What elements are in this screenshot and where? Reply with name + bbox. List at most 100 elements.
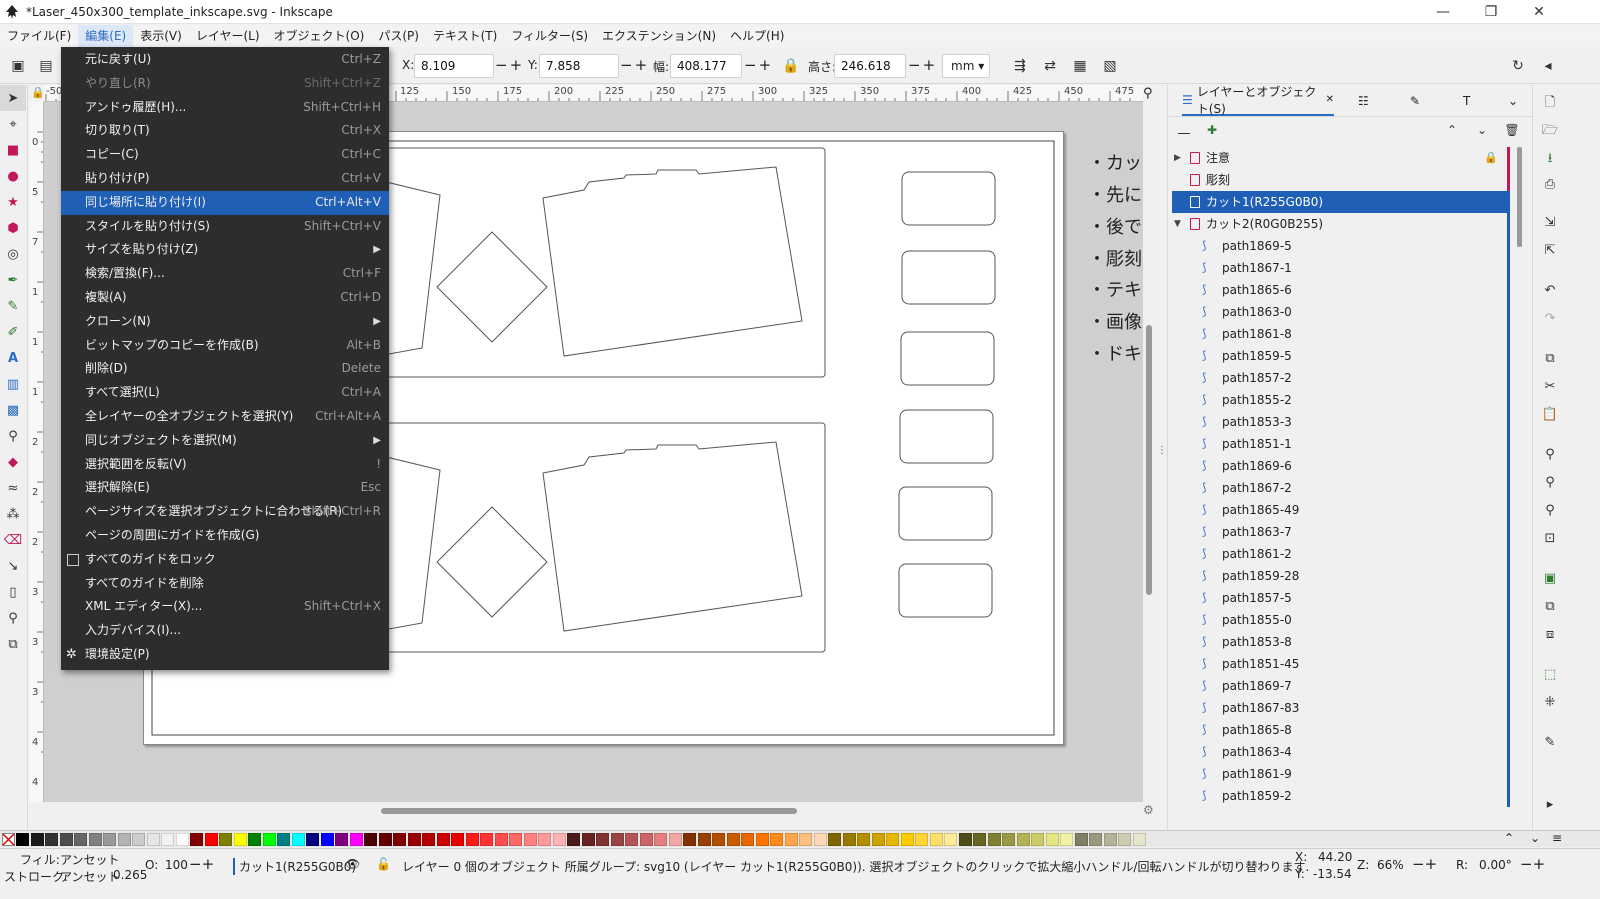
paint-bucket-tool-icon[interactable]: ◆ [0, 449, 26, 475]
color-swatch[interactable] [248, 833, 261, 846]
object-row[interactable]: ⟆ path1859-5 [1172, 345, 1510, 367]
export-icon[interactable]: ⇱ [1538, 243, 1562, 263]
color-swatch[interactable] [146, 833, 160, 846]
opacity-stepper[interactable]: −+ [189, 855, 214, 873]
color-swatch[interactable] [306, 833, 319, 846]
color-swatch[interactable] [712, 833, 725, 846]
panel-handle-icon[interactable]: ⋮ [1157, 445, 1167, 456]
color-swatch[interactable] [291, 833, 305, 846]
color-swatch[interactable] [1103, 833, 1117, 846]
menu-help[interactable]: ヘルプ(H) [723, 25, 791, 47]
menu-item-preferences[interactable]: ✲ 環境設定(P) [61, 643, 389, 667]
delete-layer-icon[interactable]: 🗑 [1502, 123, 1522, 143]
menu-item-select-all-layers[interactable]: 全レイヤーの全オブジェクトを選択(Y) Ctrl+Alt+A [61, 405, 389, 429]
color-swatch[interactable] [132, 833, 145, 846]
color-swatch[interactable] [523, 833, 537, 846]
color-swatch[interactable] [393, 833, 406, 846]
y-stepper[interactable]: −+ [620, 54, 649, 78]
dropper-tool-icon[interactable]: ⚲ [0, 423, 26, 449]
restore-button[interactable]: ❐ [1468, 0, 1514, 24]
height-stepper[interactable]: −+ [908, 54, 937, 78]
color-swatch[interactable] [886, 833, 899, 846]
lock-ratio-icon[interactable]: 🔒 [779, 54, 803, 78]
color-swatch[interactable] [857, 833, 870, 846]
expand-arrow-icon[interactable]: ▶ [1174, 147, 1181, 169]
menu-text[interactable]: テキスト(T) [426, 25, 504, 47]
collapse-layers-icon[interactable]: ⎼ [1174, 123, 1194, 143]
menu-item-undo[interactable]: 元に戻す(U) Ctrl+Z [61, 48, 389, 72]
ungroup-icon[interactable]: ⁜ [1538, 695, 1562, 715]
cut-icon[interactable]: ✂ [1538, 379, 1562, 399]
zoom-corner-icon[interactable]: ⚲ [1143, 86, 1153, 101]
select-all-layers-icon[interactable]: ▤ [34, 54, 58, 78]
color-swatch[interactable] [204, 833, 218, 846]
menu-item-invert-selection[interactable]: 選択範囲を反転(V)! [61, 453, 389, 477]
connector-tool-icon[interactable]: ↘ [0, 553, 26, 579]
color-swatch[interactable] [320, 833, 334, 846]
zoom-page-icon[interactable]: ⚲ [1538, 503, 1562, 523]
menu-extensions[interactable]: エクステンション(N) [595, 25, 723, 47]
color-swatch[interactable] [726, 833, 740, 846]
color-swatch[interactable] [190, 833, 203, 846]
object-row[interactable]: ⟆ path1859-28 [1172, 565, 1510, 587]
color-swatch[interactable] [1132, 833, 1146, 846]
color-swatch[interactable] [45, 833, 58, 846]
menu-object[interactable]: オブジェクト(O) [267, 25, 372, 47]
checkbox[interactable] [67, 553, 79, 566]
lock-icon[interactable]: 🔒 [1484, 147, 1498, 169]
snap-toggle-icon[interactable]: ↻ [1506, 54, 1530, 78]
object-row[interactable]: ⟆ path1857-5 [1172, 587, 1510, 609]
tweak-tool-icon[interactable]: ≈ [0, 475, 26, 501]
color-swatch[interactable] [915, 833, 928, 846]
color-swatch[interactable] [277, 833, 290, 846]
tab-align-icon[interactable]: ☷ [1358, 85, 1369, 116]
no-paint-swatch-icon[interactable] [2, 833, 15, 846]
x-field[interactable]: 8.109 [414, 54, 494, 78]
object-row[interactable]: ⟆ path1857-2 [1172, 367, 1510, 389]
menu-layer[interactable]: レイヤー(L) [189, 25, 267, 47]
menu-item-xml-editor[interactable]: XML エディター(X)... Shift+Ctrl+X [61, 595, 389, 619]
more-commands-icon[interactable]: ▸ [1538, 797, 1562, 817]
spray-tool-icon[interactable]: ⁂ [0, 501, 26, 527]
color-swatch[interactable] [755, 833, 769, 846]
open-document-icon[interactable]: 🗁 [1538, 121, 1562, 141]
menu-item-duplicate[interactable]: 複製(A) Ctrl+D [61, 286, 389, 310]
fill-stroke-icon[interactable]: ✎ [1538, 735, 1562, 755]
color-swatch[interactable] [219, 833, 232, 846]
color-swatch[interactable] [378, 833, 392, 846]
object-row[interactable]: ⟆ path1861-2 [1172, 543, 1510, 565]
rotate-value[interactable]: 0.00° [1479, 858, 1512, 872]
lock-guides-icon[interactable]: 🔒 [31, 86, 45, 99]
width-field[interactable]: 408.177 [670, 54, 742, 78]
scale-stroke-icon[interactable]: ⇶ [1008, 54, 1032, 78]
mesh-tool-icon[interactable]: ▩ [0, 397, 26, 423]
menu-item-select-all[interactable]: すべて選択(L) Ctrl+A [61, 381, 389, 405]
duplicate-icon[interactable]: ▣ [1538, 571, 1562, 591]
color-swatch[interactable] [30, 833, 44, 846]
transform-gradients-icon[interactable]: ▦ [1068, 54, 1092, 78]
y-field[interactable]: 7.858 [539, 54, 619, 78]
color-swatch[interactable] [639, 833, 653, 846]
color-swatch[interactable] [987, 833, 1001, 846]
object-row[interactable]: ⟆ path1863-4 [1172, 741, 1510, 763]
object-row[interactable]: ⟆ path1853-3 [1172, 411, 1510, 433]
undo-icon[interactable]: ↶ [1538, 283, 1562, 303]
color-swatch[interactable] [59, 833, 73, 846]
color-swatch[interactable] [364, 833, 377, 846]
paste-icon[interactable]: 📋 [1538, 407, 1562, 427]
fill-value[interactable]: アンセット [60, 851, 120, 868]
color-swatch[interactable] [799, 833, 812, 846]
transform-patterns-icon[interactable]: ▧ [1098, 54, 1122, 78]
color-swatch[interactable] [436, 833, 450, 846]
scrollbar-thumb[interactable] [1146, 325, 1152, 595]
color-swatch[interactable] [161, 833, 174, 846]
horizontal-scrollbar[interactable] [44, 802, 1143, 824]
stroke-value[interactable]: アンセット [60, 868, 120, 885]
zoom-drawing-icon[interactable]: ⚲ [1538, 475, 1562, 495]
object-row[interactable]: ⟆ path1855-2 [1172, 389, 1510, 411]
color-swatch[interactable] [842, 833, 856, 846]
object-row[interactable]: ⟆ path1851-45 [1172, 653, 1510, 675]
color-swatch[interactable] [1045, 833, 1059, 846]
menu-item-paste-in-place[interactable]: 同じ場所に貼り付け(I) Ctrl+Alt+V [61, 190, 389, 215]
object-row[interactable]: ⟆ path1851-1 [1172, 433, 1510, 455]
